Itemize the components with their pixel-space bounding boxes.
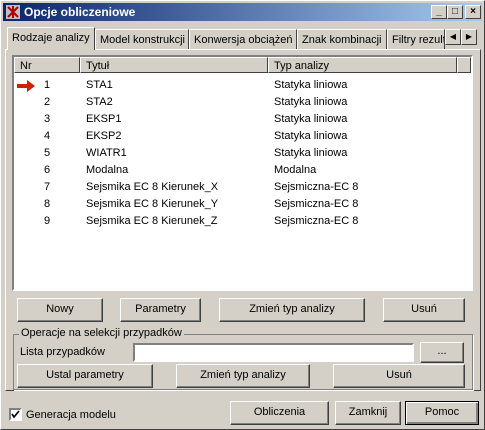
generate-model-label: Generacja modelu — [26, 409, 116, 421]
minimize-button[interactable]: _ — [431, 5, 447, 19]
selection-change-type-button[interactable]: Zmień typ analizy — [176, 364, 310, 388]
cell-title: EKSP2 — [86, 130, 122, 142]
button-label: Zmień typ analizy — [249, 303, 335, 315]
cell-nr: 4 — [44, 130, 51, 142]
cell-type: Statyka liniowa — [274, 113, 348, 125]
cell-title: Sejsmika EC 8 Kierunek_X — [86, 181, 219, 193]
delete-button[interactable]: Usuń — [383, 298, 465, 322]
arrow-left-icon: ◀ — [449, 32, 457, 41]
header-label: Tytuł — [86, 60, 110, 72]
cell-nr: 7 — [44, 181, 51, 193]
column-header-nr[interactable]: Nr — [14, 57, 80, 73]
cell-type: Statyka liniowa — [274, 147, 348, 159]
minimize-icon: _ — [436, 6, 442, 17]
cell-title: Sejsmika EC 8 Kierunek_Y — [86, 198, 219, 210]
analysis-list[interactable]: Nr Tytuł Typ analizy 1 STA1 Statyka lini… — [12, 55, 473, 291]
table-row[interactable]: 4 EKSP2 Statyka liniowa — [14, 128, 471, 145]
robot-app-icon — [6, 5, 20, 19]
selection-delete-button[interactable]: Usuń — [333, 364, 465, 388]
cell-title: WIATR1 — [86, 147, 127, 159]
set-parameters-button[interactable]: Ustal parametry — [17, 364, 153, 388]
cell-type: Sejsmiczna-EC 8 — [274, 198, 359, 210]
cell-title: Sejsmika EC 8 Kierunek_Z — [86, 215, 218, 227]
tab-model-konstrukcji[interactable]: Model konstrukcji — [95, 29, 189, 49]
cell-nr: 6 — [44, 164, 51, 176]
tab-strip: Rodzaje analizy Model konstrukcji Konwer… — [1, 27, 485, 50]
help-button[interactable]: Pomoc — [405, 401, 479, 425]
button-label: Pomoc — [424, 406, 460, 418]
table-row[interactable]: 6 Modalna Modalna — [14, 162, 471, 179]
close-dialog-button[interactable]: Zamknij — [335, 401, 401, 425]
arrow-right-icon — [17, 80, 35, 92]
close-icon: × — [470, 6, 476, 17]
cell-nr: 5 — [44, 147, 51, 159]
cell-nr: 1 — [44, 79, 51, 91]
tab-filtry-rezultatow[interactable]: Filtry rezulta — [387, 29, 445, 49]
tab-scroll-left-button[interactable]: ◀ — [445, 29, 461, 45]
table-row[interactable]: 9 Sejsmika EC 8 Kierunek_Z Sejsmiczna-EC… — [14, 213, 471, 230]
tab-label: Konwersja obciążeń — [194, 34, 293, 46]
button-label: Ustal parametry — [46, 369, 124, 381]
button-label: Zmień typ analizy — [200, 369, 286, 381]
cell-type: Sejsmiczna-EC 8 — [274, 181, 359, 193]
maximize-button[interactable]: □ — [447, 5, 463, 19]
checkmark-icon — [11, 410, 20, 419]
tab-label: Filtry rezulta — [392, 34, 444, 46]
calculations-button[interactable]: Obliczenia — [230, 401, 329, 425]
parameters-button[interactable]: Parametry — [120, 298, 201, 322]
change-analysis-type-button[interactable]: Zmień typ analizy — [219, 298, 365, 322]
header-label: Nr — [20, 60, 32, 72]
column-header-title[interactable]: Tytuł — [80, 57, 268, 73]
button-label: Parametry — [135, 303, 186, 315]
tab-label: Rodzaje analizy — [12, 32, 90, 44]
button-label: ... — [437, 345, 447, 357]
tab-label: Znak kombinacji — [302, 34, 382, 46]
header-label: Typ analizy — [274, 60, 330, 72]
button-label: Usuń — [411, 303, 437, 315]
button-label: Obliczenia — [253, 406, 306, 418]
tab-scroll-right-button[interactable]: ▶ — [461, 29, 477, 45]
close-button[interactable]: × — [465, 5, 481, 19]
button-label: Nowy — [46, 303, 74, 315]
table-row[interactable]: 7 Sejsmika EC 8 Kierunek_X Sejsmiczna-EC… — [14, 179, 471, 196]
button-label: Zamknij — [348, 406, 388, 418]
tab-label: Model konstrukcji — [100, 34, 185, 46]
cell-type: Statyka liniowa — [274, 96, 348, 108]
column-header-filler — [457, 57, 471, 73]
cell-nr: 3 — [44, 113, 51, 125]
column-header-type[interactable]: Typ analizy — [268, 57, 457, 73]
button-label: Usuń — [386, 369, 412, 381]
selection-group-title: Operacje na selekcji przypadków — [19, 327, 184, 339]
case-list-input[interactable] — [133, 343, 414, 362]
tab-konwersja-obciazen[interactable]: Konwersja obciążeń — [189, 29, 297, 49]
arrow-right-icon: ▶ — [465, 32, 473, 41]
browse-button[interactable]: ... — [420, 342, 464, 363]
table-row[interactable]: 3 EKSP1 Statyka liniowa — [14, 111, 471, 128]
table-row[interactable]: 8 Sejsmika EC 8 Kierunek_Y Sejsmiczna-EC… — [14, 196, 471, 213]
cell-title: Modalna — [86, 164, 129, 176]
tab-rodzaje-analizy[interactable]: Rodzaje analizy — [7, 27, 95, 50]
tab-znak-kombinacji[interactable]: Znak kombinacji — [297, 29, 387, 49]
case-list-label: Lista przypadków — [20, 346, 105, 358]
cell-title: STA1 — [86, 79, 113, 91]
cell-type: Statyka liniowa — [274, 130, 348, 142]
title-bar[interactable]: Opcje obliczeniowe _ □ × — [3, 3, 482, 21]
cell-type: Modalna — [274, 164, 317, 176]
window-title: Opcje obliczeniowe — [24, 5, 136, 19]
table-row[interactable]: 2 STA2 Statyka liniowa — [14, 94, 471, 111]
cell-type: Sejsmiczna-EC 8 — [274, 215, 359, 227]
table-row[interactable]: 5 WIATR1 Statyka liniowa — [14, 145, 471, 162]
dialog-window: Opcje obliczeniowe _ □ × Rodzaje analizy… — [0, 0, 485, 430]
table-row[interactable]: 1 STA1 Statyka liniowa — [14, 77, 471, 94]
new-button[interactable]: Nowy — [17, 298, 103, 322]
cell-nr: 9 — [44, 215, 51, 227]
generate-model-checkbox[interactable] — [9, 408, 22, 421]
cell-nr: 8 — [44, 198, 51, 210]
maximize-icon: □ — [451, 6, 459, 17]
cell-type: Statyka liniowa — [274, 79, 348, 91]
cell-title: STA2 — [86, 96, 113, 108]
cell-title: EKSP1 — [86, 113, 122, 125]
cell-nr: 2 — [44, 96, 51, 108]
